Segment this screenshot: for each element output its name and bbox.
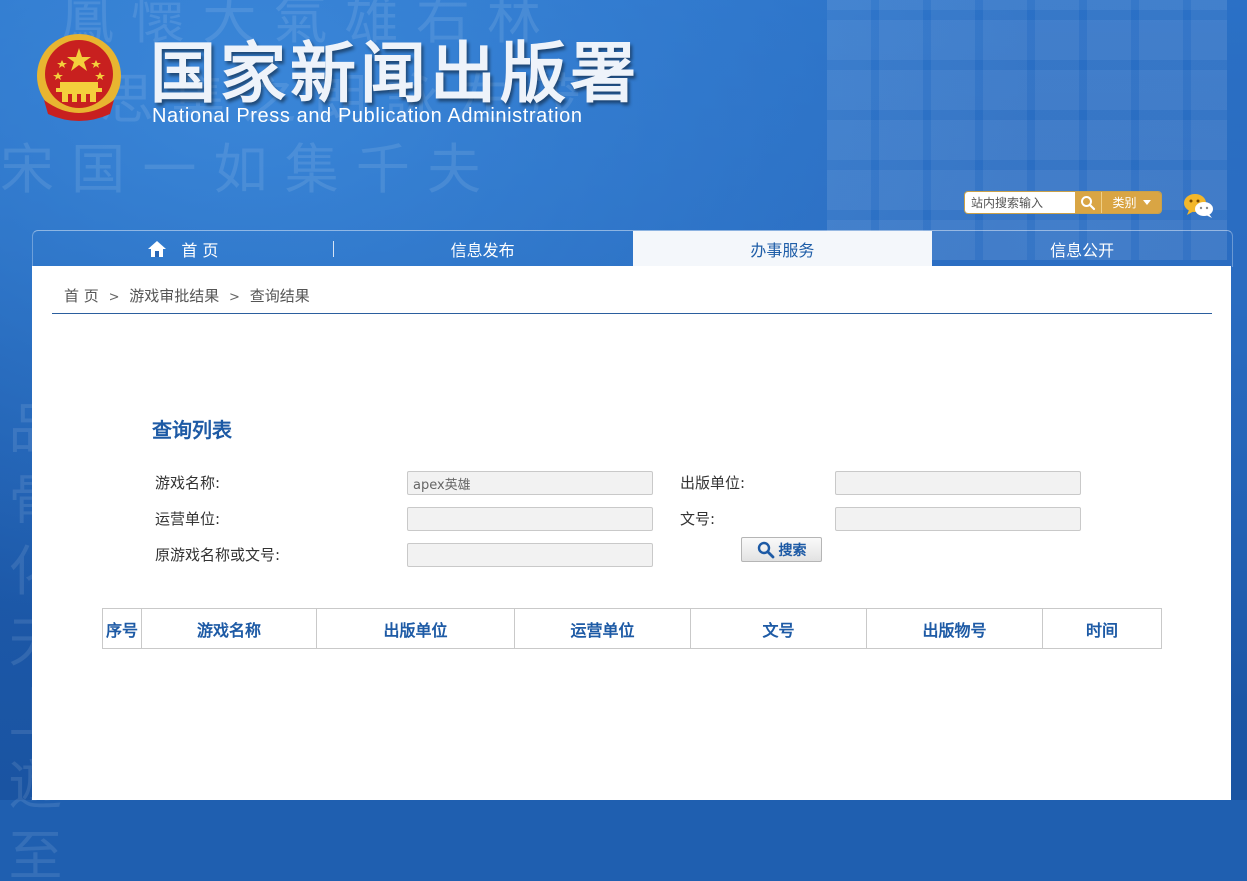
search-submit-button[interactable]: 搜索: [741, 537, 822, 562]
nav-item-services[interactable]: 办事服务: [632, 231, 933, 266]
calligraphy-line: 宋 国 一 如 集 千 夫: [0, 138, 481, 201]
search-icon: [1081, 195, 1096, 210]
site-search: 类别: [965, 192, 1161, 213]
caret-down-icon: [1142, 199, 1151, 205]
category-select[interactable]: 类别: [1101, 192, 1161, 213]
operator-label: 运营单位:: [155, 510, 221, 528]
operator-input[interactable]: [407, 507, 653, 531]
nav-item-label: 信息发布: [450, 240, 515, 260]
column-header-publication-number: 出版物号: [866, 608, 1043, 649]
column-header-date: 时间: [1042, 608, 1162, 649]
breadcrumb-current: 查询结果: [249, 287, 310, 305]
site-search-input[interactable]: [965, 192, 1075, 213]
nav-item-label: 信息公开: [1050, 240, 1115, 260]
nav-item-home[interactable]: 首 页: [33, 231, 333, 266]
doc-number-label: 文号:: [680, 510, 716, 528]
national-emblem-logo: [34, 30, 124, 122]
breadcrumb-divider: [52, 313, 1212, 314]
nav-item-label: 办事服务: [750, 240, 815, 260]
column-header-game-name: 游戏名称: [141, 608, 317, 649]
breadcrumb-game-approval[interactable]: 游戏审批结果: [129, 287, 219, 305]
banner-tile-pattern: [827, 0, 1227, 260]
results-table: 序号 游戏名称 出版单位 运营单位 文号 出版物号 时间: [102, 608, 1162, 649]
main-content: 首 页 > 游戏审批结果 > 查询结果 查询列表 游戏名称: 出版单位: 运营单…: [32, 266, 1231, 800]
original-name-input[interactable]: [407, 543, 653, 567]
category-select-label: 类别: [1112, 196, 1137, 210]
doc-number-input[interactable]: [835, 507, 1081, 531]
search-submit-label: 搜索: [778, 542, 807, 559]
wechat-icon[interactable]: [1183, 192, 1215, 218]
nav-item-label: 首 页: [181, 240, 219, 260]
site-search-button[interactable]: [1075, 192, 1101, 213]
breadcrumb: 首 页 > 游戏审批结果 > 查询结果: [64, 285, 310, 306]
site-subtitle: National Press and Publication Administr…: [152, 105, 583, 127]
game-name-input[interactable]: [407, 471, 653, 495]
column-header-index: 序号: [102, 608, 142, 649]
home-icon: [147, 240, 167, 258]
site-title: 国家新闻出版署: [150, 35, 640, 112]
main-nav: 首 页 信息发布 办事服务 信息公开: [32, 230, 1233, 267]
publisher-label: 出版单位:: [680, 474, 746, 492]
column-header-publisher: 出版单位: [316, 608, 515, 649]
column-header-operator: 运营单位: [514, 608, 691, 649]
breadcrumb-home[interactable]: 首 页: [64, 287, 99, 305]
column-header-doc-number: 文号: [690, 608, 867, 649]
nav-item-info-disclosure[interactable]: 信息公开: [932, 231, 1232, 266]
nav-item-info-release[interactable]: 信息发布: [332, 231, 633, 266]
results-header-row: 序号 游戏名称 出版单位 运营单位 文号 出版物号 时间: [102, 608, 1162, 649]
search-icon: [757, 541, 774, 558]
publisher-input[interactable]: [835, 471, 1081, 495]
query-list-title: 查询列表: [152, 418, 232, 442]
original-name-label: 原游戏名称或文号:: [155, 546, 281, 564]
breadcrumb-separator: >: [108, 290, 120, 305]
game-name-label: 游戏名称:: [155, 474, 221, 492]
breadcrumb-separator: >: [229, 290, 240, 305]
